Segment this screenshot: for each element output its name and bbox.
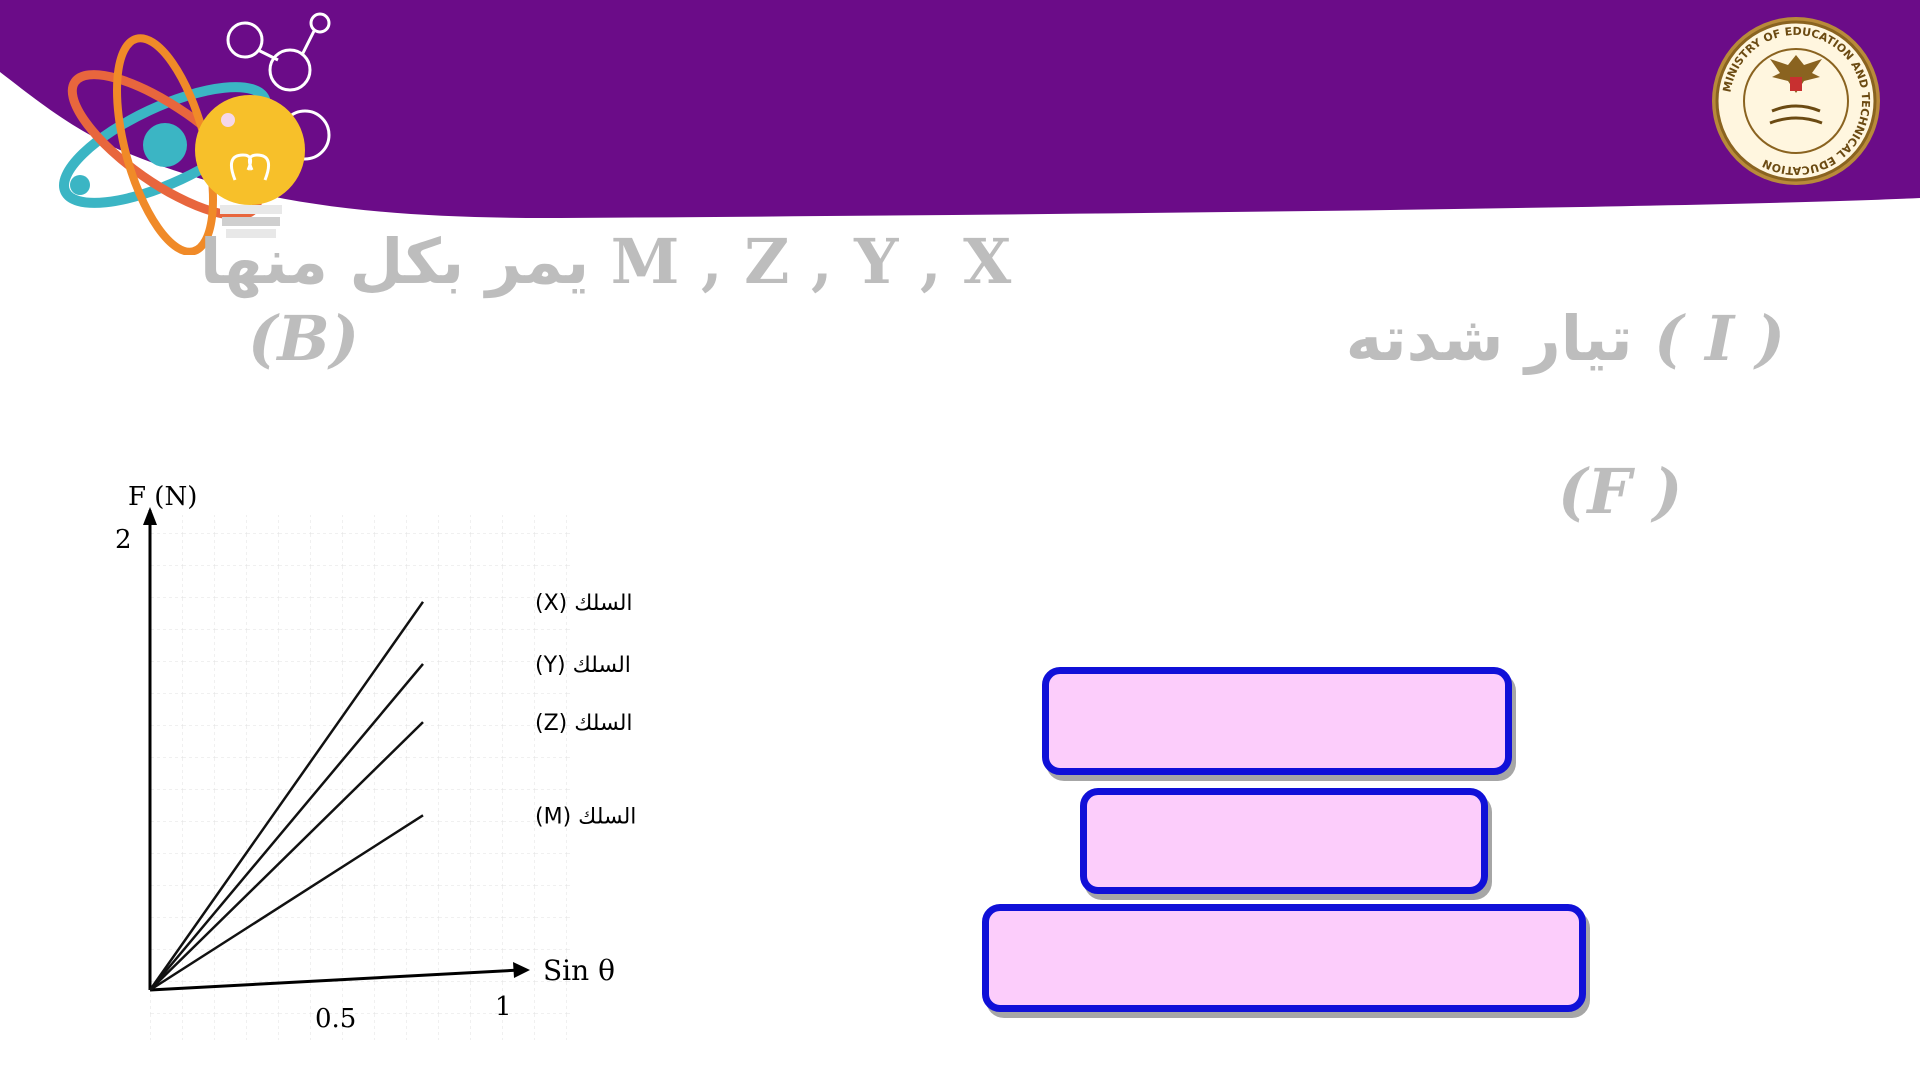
magnetic-field-symbol: (B) — [248, 302, 360, 375]
graph-svg: F (N) 2 Sin θ 0.5 1 السلك (X) السلك (Y) ال… — [115, 482, 636, 1040]
x-tick-0-5: 0.5 — [315, 1004, 356, 1034]
y-axis-label: F (N) — [128, 482, 197, 512]
force-symbol-text: (F ) — [1558, 455, 1682, 528]
y-tick-2: 2 — [115, 525, 132, 555]
x-tick-1: 1 — [495, 992, 512, 1022]
atom-lightbulb-logo — [59, 12, 331, 255]
wire-variables: M , Z , Y , X — [610, 225, 1012, 298]
answer-box-2[interactable] — [1080, 788, 1488, 894]
question-arabic-text: يمر بكل منها — [200, 225, 590, 298]
wire-label-2: السلك (Z) — [535, 711, 633, 736]
current-text: تيار شدته ( I ) — [1346, 302, 1785, 375]
current-arabic-text: تيار شدته — [1345, 302, 1633, 375]
current-symbol: ( I ) — [1654, 302, 1785, 375]
force-symbol: (F ) — [1558, 455, 1683, 528]
answer-box-1[interactable] — [1042, 667, 1512, 775]
question-line-wires: يمر بكل منها M , Z , Y , X — [200, 225, 1011, 298]
wire-label-3: السلك (M) — [535, 804, 635, 829]
ministry-seal-logo: MINISTRY OF EDUCATION AND TECHNICAL EDUC… — [1712, 17, 1880, 185]
answer-box-3[interactable] — [982, 904, 1586, 1012]
wire-label-0: السلك (X) — [535, 591, 633, 616]
force-sine-graph: F (N) 2 Sin θ 0.5 1 السلك (X) السلك (Y) ال… — [55, 470, 636, 1070]
wire-label-1: السلك (Y) — [535, 653, 631, 678]
x-axis-label: Sin θ — [543, 954, 615, 987]
